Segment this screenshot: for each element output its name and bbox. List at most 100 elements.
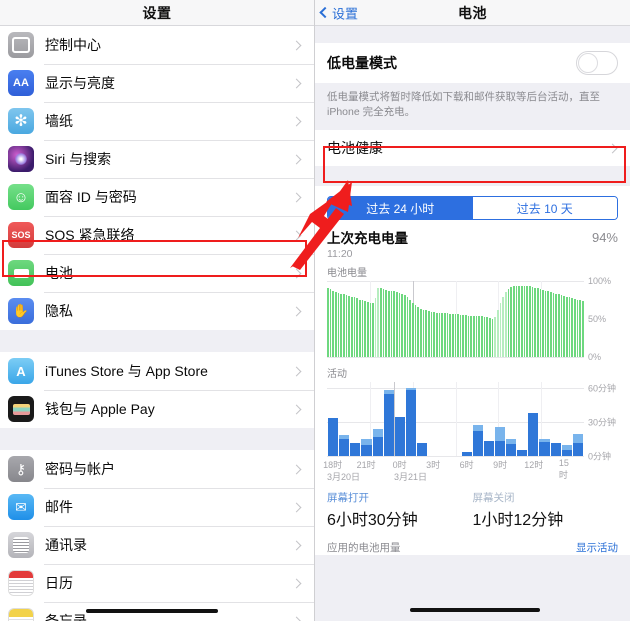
chevron-right-icon — [291, 154, 302, 164]
sidebar-item-label: SOS 紧急联络 — [45, 227, 135, 243]
sos-icon: SOS — [8, 222, 34, 248]
app-battery-usage-label: 应用的电池用量 — [327, 542, 401, 555]
settings-list-group-1: 控制中心 AA 显示与亮度 墙纸 Siri 与搜索 面容 ID 与密码 — [0, 26, 314, 330]
screen-off-label: 屏幕关闭 — [472, 492, 515, 505]
chevron-right-icon — [291, 616, 302, 621]
bar-segment-screen-on — [328, 417, 339, 457]
sidebar-item-label: 密码与帐户 — [45, 461, 115, 477]
screen-on-value: 6小时30分钟 — [327, 512, 418, 530]
notes-icon — [8, 608, 34, 621]
battery-level-y-axis: 100% 50% 0% — [584, 276, 618, 362]
sidebar-item-label: iTunes Store 与 App Store — [45, 363, 208, 379]
battery-title: 电池 — [458, 4, 487, 21]
sidebar-item-face-id[interactable]: 面容 ID 与密码 — [0, 178, 314, 216]
battery-navbar: 设置 电池 — [315, 0, 630, 26]
sidebar-item-label: 面容 ID 与密码 — [45, 189, 137, 205]
back-button[interactable]: 设置 — [319, 3, 359, 22]
activity-bar — [539, 439, 550, 457]
siri-icon — [8, 146, 34, 172]
sidebar-item-passwords-accounts[interactable]: 密码与帐户 — [0, 450, 314, 488]
last-charge-percent: 94% — [591, 230, 618, 246]
activity-chart-block: 活动 18时 21时 0时 3时 6时 9时 12时 15时 3月20日 3月21日 60分钟 3… — [315, 357, 630, 483]
y-tick-label: 0分钟 — [588, 451, 612, 462]
activity-bar — [405, 388, 416, 457]
sidebar-item-label: 日历 — [45, 575, 73, 591]
sidebar-item-privacy[interactable]: 隐私 — [0, 292, 314, 330]
time-range-segmented-wrap: 过去 24 小时 过去 10 天 — [315, 186, 630, 221]
sidebar-item-label: 通讯录 — [45, 537, 87, 553]
low-power-footnote: 低电量模式将暂时降低如下载和邮件获取等后台活动，直至 iPhone 完全充电。 — [315, 83, 630, 131]
low-power-mode-toggle[interactable] — [576, 51, 618, 75]
sidebar-item-contacts[interactable]: 通讯录 — [0, 526, 314, 564]
low-power-mode-label: 低电量模式 — [327, 55, 397, 71]
last-charge-time: 11:20 — [327, 248, 353, 261]
activity-bar — [517, 449, 528, 457]
back-button-label: 设置 — [332, 6, 359, 21]
date-label: 3月20日 — [327, 472, 361, 483]
usage-section: 过去 24 小时 过去 10 天 上次充电电量 11:20 94% 电池电量 1… — [315, 186, 630, 556]
bar-segment-screen-on — [350, 442, 361, 457]
sidebar-item-mail[interactable]: 邮件 — [0, 488, 314, 526]
settings-list-group-2: iTunes Store 与 App Store 钱包与 Apple Pay — [0, 352, 314, 428]
sidebar-item-control-center[interactable]: 控制中心 — [0, 26, 314, 64]
sidebar-item-itunes-app-store[interactable]: iTunes Store 与 App Store — [0, 352, 314, 390]
activity-bar — [328, 417, 339, 457]
screen-off-stat: 屏幕关闭 1小时12分钟 — [473, 490, 619, 530]
bar-segment-screen-on — [506, 443, 517, 457]
settings-panel: 设置 控制中心 AA 显示与亮度 墙纸 Siri 与搜索 — [0, 0, 315, 621]
activity-bar — [506, 439, 517, 457]
screen-time-stats: 屏幕打开 6小时30分钟 屏幕关闭 1小时12分钟 — [315, 482, 630, 531]
chevron-right-icon — [291, 116, 302, 126]
tab-last-24-hours[interactable]: 过去 24 小时 — [328, 197, 473, 220]
battery-health-label: 电池健康 — [327, 140, 383, 157]
bar-segment-screen-on — [539, 441, 550, 457]
activity-bar — [572, 433, 583, 457]
privacy-icon — [8, 298, 34, 324]
low-power-mode-row[interactable]: 低电量模式 — [315, 43, 630, 83]
show-activity-button[interactable]: 显示活动 — [576, 540, 618, 555]
last-charge-row: 上次充电电量 11:20 94% — [315, 220, 630, 261]
sidebar-item-battery[interactable]: 电池 — [0, 254, 314, 292]
battery-health-section: 电池健康 — [315, 130, 630, 167]
activity-bar — [494, 426, 505, 457]
tab-last-10-days[interactable]: 过去 10 天 — [472, 197, 617, 220]
chevron-right-icon — [291, 578, 302, 588]
activity-chart-title: 活动 — [327, 369, 347, 381]
activity-bar — [483, 440, 494, 457]
calendar-icon — [8, 570, 34, 596]
time-range-segmented-control[interactable]: 过去 24 小时 过去 10 天 — [327, 196, 618, 221]
chevron-right-icon — [291, 404, 302, 414]
bar-segment-screen-on — [561, 449, 572, 457]
battery-level-bars — [327, 281, 585, 358]
gridline-horizontal — [327, 456, 584, 458]
bottom-bar: 应用的电池用量 显示活动 — [315, 530, 630, 556]
bar-segment-screen-on — [572, 442, 583, 457]
bar-segment-screen-on — [394, 416, 405, 457]
sidebar-item-sos[interactable]: SOS SOS 紧急联络 — [0, 216, 314, 254]
battery-health-row[interactable]: 电池健康 — [315, 130, 630, 167]
activity-bar — [550, 442, 561, 457]
contacts-icon — [8, 532, 34, 558]
battery-level-chart-area: 100% 50% 0% — [327, 276, 618, 362]
sidebar-item-siri-search[interactable]: Siri 与搜索 — [0, 140, 314, 178]
bar-segment-screen-on — [361, 445, 372, 457]
display-brightness-icon: AA — [8, 70, 34, 96]
mail-icon — [8, 494, 34, 520]
sidebar-item-wallet-apple-pay[interactable]: 钱包与 Apple Pay — [0, 390, 314, 428]
sidebar-item-label: Siri 与搜索 — [45, 151, 112, 167]
activity-date-labels: 3月20日 3月21日 — [327, 470, 584, 482]
y-tick-label: 30分钟 — [588, 417, 617, 428]
activity-bar — [561, 445, 572, 457]
battery-level-chart-block: 电池电量 100% 50% 0% — [315, 260, 630, 362]
sidebar-item-display-brightness[interactable]: AA 显示与亮度 — [0, 64, 314, 102]
activity-bar — [472, 424, 483, 457]
screen-on-stat: 屏幕打开 6小时30分钟 — [327, 490, 473, 530]
activity-bars — [327, 382, 584, 457]
y-tick-label: 60分钟 — [588, 383, 617, 394]
activity-y-axis: 60分钟 30分钟 0分钟 — [584, 382, 618, 462]
bar-segment-screen-on — [483, 440, 494, 457]
bar-segment-screen-on — [550, 442, 561, 457]
sidebar-item-wallpaper[interactable]: 墙纸 — [0, 102, 314, 140]
settings-list-group-3: 密码与帐户 邮件 通讯录 日历 备忘录 — [0, 450, 314, 621]
sidebar-item-calendar[interactable]: 日历 — [0, 564, 314, 602]
